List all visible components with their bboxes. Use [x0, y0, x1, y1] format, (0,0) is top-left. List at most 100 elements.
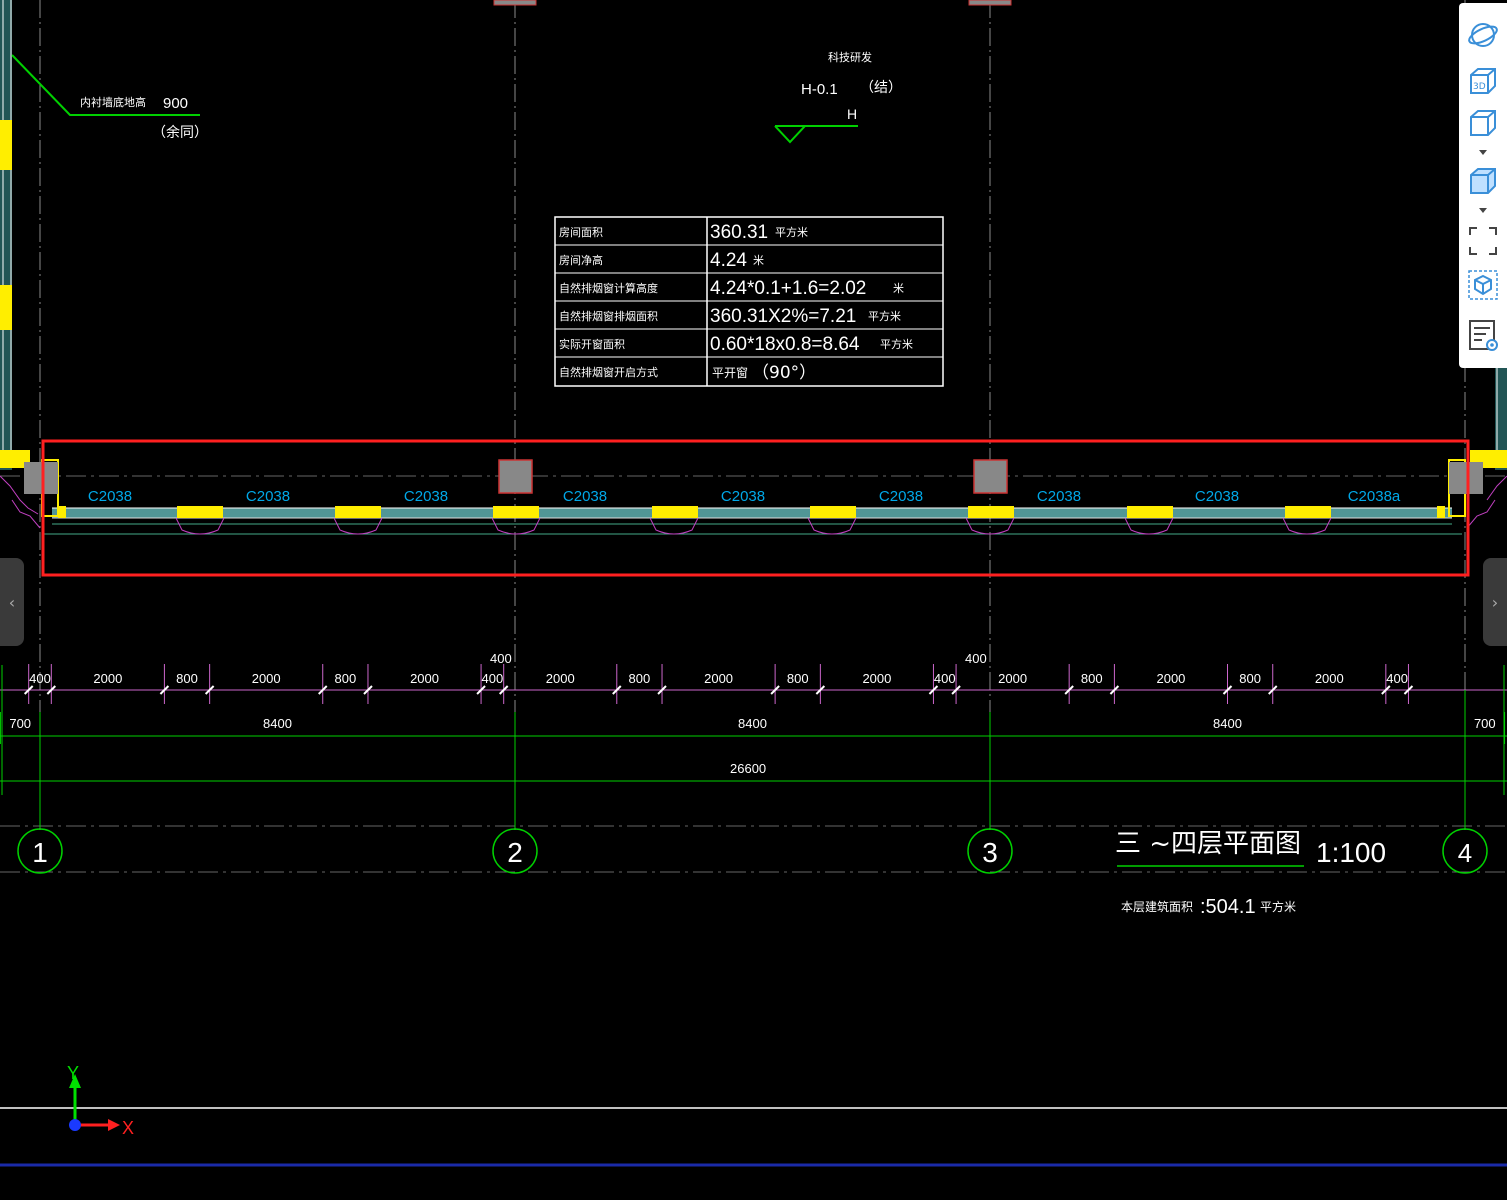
svg-text:米: 米	[893, 282, 904, 295]
dim-label: 400	[1386, 671, 1408, 686]
svg-text:4.24*0.1+1.6=2.02: 4.24*0.1+1.6=2.02	[710, 278, 866, 299]
nav-prev-button[interactable]: ‹	[0, 558, 24, 646]
layer-view-icon	[1469, 320, 1498, 351]
right-wall	[1470, 360, 1507, 470]
layer-view-button[interactable]	[1463, 315, 1503, 355]
elevation-mark: 科技研发 H-0.1 （结） H	[774, 50, 902, 144]
cad-canvas[interactable]: 内衬墙底地高 900 （余同） 科技研发 H-0.1 （结） H 房间面积 36…	[0, 0, 1507, 1200]
drawing-title-block: 三 ~四层平面图 1:100 本层建筑面积 :504.1 平方米	[1115, 829, 1386, 918]
wall-note: 内衬墙底地高 900 （余同）	[11, 54, 208, 141]
fullscreen-button[interactable]	[1463, 221, 1503, 261]
dim-row1: 400 2000 800 2000 800 2000 400 2000 800 2000 800 20…	[23, 664, 1414, 704]
axis-label: 4	[1458, 838, 1472, 868]
left-wall	[0, 0, 30, 470]
window-swing	[333, 517, 383, 535]
window-label: C2038	[1195, 488, 1239, 505]
orbit-button[interactable]	[1463, 15, 1503, 55]
svg-text:米: 米	[753, 254, 764, 267]
orbit-icon	[1468, 23, 1498, 47]
window-swing	[1282, 517, 1332, 535]
column-top-3	[968, 0, 1012, 6]
window-label: C2038	[246, 488, 290, 505]
drawing-title: 三 ~四层平面图	[1115, 829, 1301, 859]
dim-label: 8400	[263, 716, 292, 731]
wall-pier	[968, 506, 1014, 518]
dim-label: 800	[176, 671, 198, 686]
area-label: 本层建筑面积	[1121, 899, 1193, 914]
view-toolbar: 3D	[1459, 3, 1507, 368]
dim-label: 700	[9, 716, 31, 731]
window-swing	[649, 517, 699, 535]
elevation-h: H	[847, 106, 857, 122]
svg-text:房间面积: 房间面积	[559, 226, 603, 239]
window-label: C2038	[563, 488, 607, 505]
view-cube-button[interactable]	[1463, 103, 1503, 143]
dim-label: 700	[1474, 716, 1496, 731]
wall-pier	[335, 506, 381, 518]
svg-text:自然排烟窗开启方式: 自然排烟窗开启方式	[559, 365, 658, 379]
wall-pier	[1285, 506, 1331, 518]
wall-pier	[493, 506, 539, 518]
dim-label: 800	[1081, 671, 1103, 686]
dim-label: 2000	[862, 671, 891, 686]
column-2	[498, 459, 533, 494]
shaded-view-button[interactable]	[1463, 161, 1503, 201]
view-3d-button[interactable]: 3D	[1463, 61, 1503, 101]
svg-text:360.31: 360.31	[710, 222, 768, 243]
svg-text:平方米: 平方米	[880, 337, 913, 351]
window-swing	[1124, 517, 1174, 535]
wall-note-label: 内衬墙底地高	[80, 95, 146, 109]
column-3	[973, 459, 1008, 494]
ucs-x-label: X	[122, 1118, 134, 1138]
chevron-down-icon[interactable]	[1477, 147, 1489, 157]
model-view-icon	[1468, 270, 1498, 300]
window-label: C2038	[879, 488, 923, 505]
svg-text:实际开窗面积: 实际开窗面积	[559, 337, 625, 351]
svg-text:平方米: 平方米	[868, 309, 901, 323]
shaded-cube-icon	[1470, 168, 1496, 194]
dim-label: 8400	[738, 716, 767, 731]
dim-label: 800	[335, 671, 357, 686]
dim-label: 2000	[704, 671, 733, 686]
svg-text:（90°）: （90°）	[752, 363, 816, 383]
dim-label: 400	[482, 671, 504, 686]
axis-lines	[39, 0, 1466, 830]
chevron-down-icon[interactable]	[1477, 205, 1489, 215]
dim-row2: 700 8400 8400 8400 700	[0, 712, 1506, 744]
svg-text:自然排烟窗计算高度: 自然排烟窗计算高度	[559, 281, 658, 295]
svg-text:3D: 3D	[1473, 82, 1486, 92]
wall-pier	[652, 506, 698, 518]
area-unit: 平方米	[1260, 899, 1296, 914]
drawing-scale: 1:100	[1316, 837, 1386, 868]
nav-next-button[interactable]: ›	[1483, 558, 1507, 646]
axis-label: 2	[507, 837, 523, 868]
window-label: C2038a	[1348, 488, 1401, 505]
wall-pier	[177, 506, 223, 518]
dim-label: 2000	[93, 671, 122, 686]
svg-text:平方米: 平方米	[775, 225, 808, 239]
dim-label: 2000	[410, 671, 439, 686]
dim-top-label: 400	[965, 651, 987, 666]
axis-label: 3	[982, 837, 998, 868]
window-label: C2038	[721, 488, 765, 505]
model-view-button[interactable]	[1463, 265, 1503, 305]
wall-pier	[810, 506, 856, 518]
view-3d-icon: 3D	[1470, 68, 1496, 94]
elevation-note: （结）	[860, 80, 902, 96]
window-label: C2038	[1037, 488, 1081, 505]
view-cube-icon	[1470, 110, 1496, 136]
dim-label: 8400	[1213, 716, 1242, 731]
dim-label: 800	[787, 671, 809, 686]
table-row: 房间面积 360.31 平方米	[559, 222, 808, 243]
elevation-value: H-0.1	[801, 81, 838, 98]
window-label: C2038	[88, 488, 132, 505]
axis-label: 1	[32, 837, 48, 868]
dim-label: 800	[1239, 671, 1261, 686]
column-top-2	[493, 0, 537, 6]
dim-label: 400	[29, 671, 51, 686]
window-swing	[11, 499, 41, 529]
dim-label: 2000	[998, 671, 1027, 686]
elevation-label: 科技研发	[828, 50, 872, 64]
svg-text:0.60*18x0.8=8.64: 0.60*18x0.8=8.64	[710, 334, 860, 355]
wall-note-note: （余同）	[152, 124, 208, 141]
